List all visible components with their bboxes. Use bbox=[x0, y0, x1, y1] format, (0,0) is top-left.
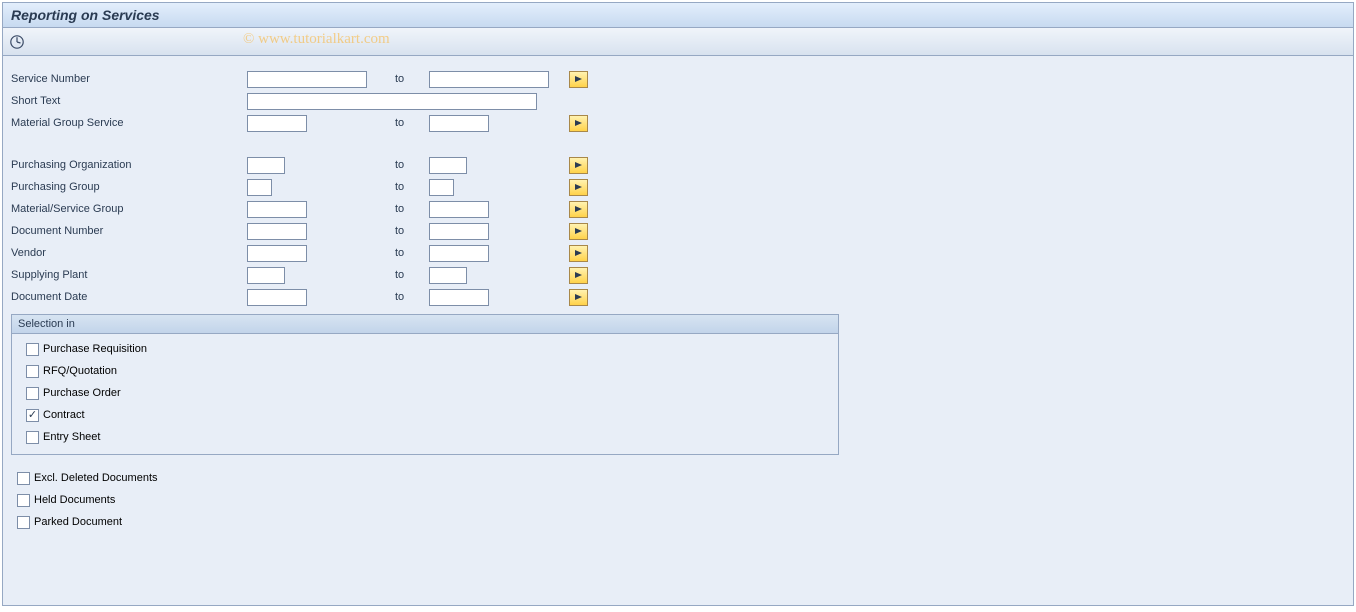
mat-grp-svc-from[interactable] bbox=[247, 115, 307, 132]
label-mat-svc-grp: Material/Service Group bbox=[9, 203, 247, 215]
label-vendor: Vendor bbox=[9, 247, 247, 259]
purch-grp-to[interactable] bbox=[429, 179, 454, 196]
to-label: to bbox=[395, 269, 429, 281]
to-label: to bbox=[395, 181, 429, 193]
bottom-options: Excl. Deleted Documents Held Documents P… bbox=[9, 455, 1347, 533]
page-title: Reporting on Services bbox=[3, 3, 1353, 28]
supply-plant-to[interactable] bbox=[429, 267, 467, 284]
label-doc-number: Document Number bbox=[9, 225, 247, 237]
checkbox-rfq-quotation[interactable] bbox=[26, 365, 39, 378]
label-short-text: Short Text bbox=[9, 95, 247, 107]
purch-org-from[interactable] bbox=[247, 157, 285, 174]
service-number-to[interactable] bbox=[429, 71, 549, 88]
label-purch-grp: Purchasing Group bbox=[9, 181, 247, 193]
checkbox-purchase-order[interactable] bbox=[26, 387, 39, 400]
label-mat-grp-svc: Material Group Service bbox=[9, 117, 247, 129]
checkbox-entry-sheet[interactable] bbox=[26, 431, 39, 444]
multi-select-button[interactable] bbox=[569, 71, 588, 88]
cb-label: Excl. Deleted Documents bbox=[34, 472, 158, 484]
cb-label: Held Documents bbox=[34, 494, 115, 506]
multi-select-button[interactable] bbox=[569, 201, 588, 218]
multi-select-button[interactable] bbox=[569, 245, 588, 262]
purch-org-to[interactable] bbox=[429, 157, 467, 174]
to-label: to bbox=[395, 203, 429, 215]
to-label: to bbox=[395, 225, 429, 237]
doc-date-to[interactable] bbox=[429, 289, 489, 306]
doc-number-from[interactable] bbox=[247, 223, 307, 240]
short-text-input[interactable] bbox=[247, 93, 537, 110]
checkbox-parked-document[interactable] bbox=[17, 516, 30, 529]
to-label: to bbox=[395, 247, 429, 259]
label-purch-org: Purchasing Organization bbox=[9, 159, 247, 171]
checkbox-held-documents[interactable] bbox=[17, 494, 30, 507]
form-area: Service Number to Short Text Material Gr… bbox=[3, 56, 1353, 539]
selection-in-group: Selection in Purchase Requisition RFQ/Qu… bbox=[11, 314, 839, 455]
multi-select-button[interactable] bbox=[569, 223, 588, 240]
to-label: to bbox=[395, 291, 429, 303]
mat-grp-svc-to[interactable] bbox=[429, 115, 489, 132]
selection-in-title: Selection in bbox=[12, 315, 838, 334]
toolbar: © www.tutorialkart.com bbox=[3, 28, 1353, 56]
multi-select-button[interactable] bbox=[569, 289, 588, 306]
checkbox-excl-deleted[interactable] bbox=[17, 472, 30, 485]
cb-label: RFQ/Quotation bbox=[43, 365, 117, 377]
watermark: © www.tutorialkart.com bbox=[243, 31, 390, 48]
doc-date-from[interactable] bbox=[247, 289, 307, 306]
multi-select-button[interactable] bbox=[569, 157, 588, 174]
label-supply-plant: Supplying Plant bbox=[9, 269, 247, 281]
multi-select-button[interactable] bbox=[569, 115, 588, 132]
cb-label: Contract bbox=[43, 409, 85, 421]
vendor-from[interactable] bbox=[247, 245, 307, 262]
window: Reporting on Services © www.tutorialkart… bbox=[2, 2, 1354, 606]
to-label: to bbox=[395, 159, 429, 171]
label-service-number: Service Number bbox=[9, 73, 247, 85]
mat-svc-grp-to[interactable] bbox=[429, 201, 489, 218]
doc-number-to[interactable] bbox=[429, 223, 489, 240]
vendor-to[interactable] bbox=[429, 245, 489, 262]
checkbox-contract[interactable] bbox=[26, 409, 39, 422]
cb-label: Purchase Order bbox=[43, 387, 121, 399]
cb-label: Parked Document bbox=[34, 516, 122, 528]
checkbox-purchase-requisition[interactable] bbox=[26, 343, 39, 356]
purch-grp-from[interactable] bbox=[247, 179, 272, 196]
service-number-from[interactable] bbox=[247, 71, 367, 88]
multi-select-button[interactable] bbox=[569, 267, 588, 284]
to-label: to bbox=[395, 117, 429, 129]
to-label: to bbox=[395, 73, 429, 85]
cb-label: Entry Sheet bbox=[43, 431, 100, 443]
multi-select-button[interactable] bbox=[569, 179, 588, 196]
cb-label: Purchase Requisition bbox=[43, 343, 147, 355]
supply-plant-from[interactable] bbox=[247, 267, 285, 284]
mat-svc-grp-from[interactable] bbox=[247, 201, 307, 218]
execute-icon[interactable] bbox=[9, 34, 25, 50]
label-doc-date: Document Date bbox=[9, 291, 247, 303]
